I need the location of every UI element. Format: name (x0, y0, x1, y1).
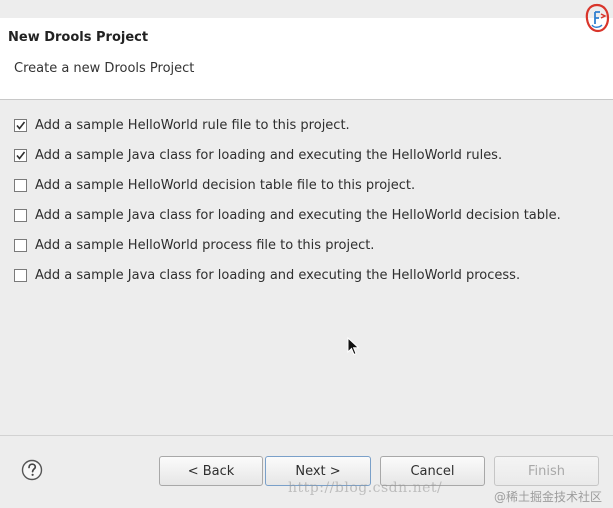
page-title: New Drools Project (8, 30, 149, 45)
option-label: Add a sample Java class for loading and … (35, 147, 503, 163)
back-button[interactable]: < Back (159, 456, 263, 486)
option-label: Add a sample HelloWorld decision table f… (35, 177, 416, 193)
cancel-button[interactable]: Cancel (380, 456, 485, 486)
option-label: Add a sample Java class for loading and … (35, 267, 521, 283)
wizard-header: New Drools Project Create a new Drools P… (0, 18, 613, 100)
page-description: Create a new Drools Project (14, 61, 195, 76)
help-icon[interactable] (21, 459, 43, 481)
next-button[interactable]: Next > (265, 456, 371, 486)
checkbox-helloworld-rule-file[interactable] (14, 118, 27, 132)
option-java-class-process[interactable]: Add a sample Java class for loading and … (14, 265, 520, 285)
checkbox-process-file[interactable] (14, 238, 27, 252)
option-java-class-rules[interactable]: Add a sample Java class for loading and … (14, 145, 502, 165)
checkbox-decision-table-file[interactable] (14, 178, 27, 192)
option-label: Add a sample HelloWorld rule file to thi… (35, 117, 350, 133)
checkmark-icon (16, 151, 26, 160)
option-label: Add a sample HelloWorld process file to … (35, 237, 375, 253)
option-label: Add a sample Java class for loading and … (35, 207, 561, 223)
option-process-file[interactable]: Add a sample HelloWorld process file to … (14, 235, 374, 255)
option-helloworld-rule-file[interactable]: Add a sample HelloWorld rule file to thi… (14, 115, 350, 135)
checkmark-icon (16, 121, 26, 130)
option-decision-table-file[interactable]: Add a sample HelloWorld decision table f… (14, 175, 415, 195)
checkbox-java-class-process[interactable] (14, 268, 27, 282)
watermark-site: @稀土掘金技术社区 (494, 490, 603, 504)
drools-logo-icon (584, 3, 610, 33)
checkbox-java-class-decision-table[interactable] (14, 208, 27, 222)
mouse-pointer-icon (347, 336, 361, 357)
new-drools-project-dialog: New Drools Project Create a new Drools P… (0, 0, 613, 508)
title-bar-strip (0, 0, 613, 18)
option-java-class-decision-table[interactable]: Add a sample Java class for loading and … (14, 205, 561, 225)
finish-button[interactable]: Finish (494, 456, 599, 486)
checkbox-java-class-rules[interactable] (14, 148, 27, 162)
button-bar-separator (0, 435, 613, 436)
